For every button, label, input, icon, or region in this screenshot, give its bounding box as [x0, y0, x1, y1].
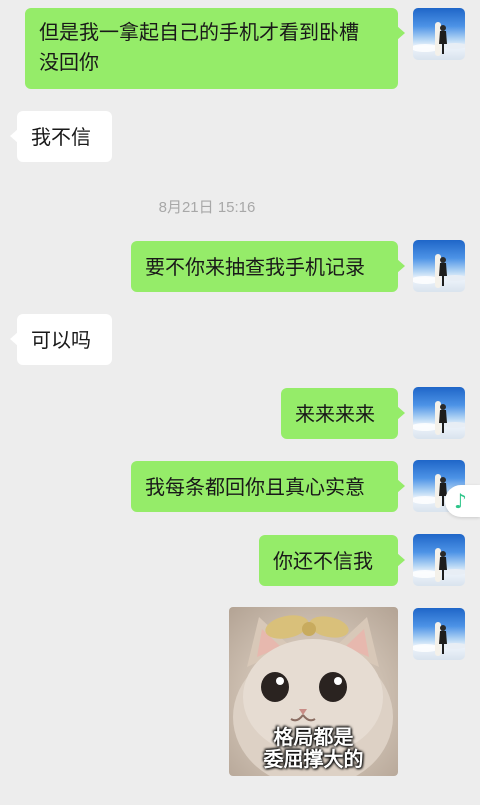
- sticker-image[interactable]: 格局都是 委屈撑大的: [229, 607, 398, 776]
- avatar[interactable]: [413, 608, 465, 660]
- music-note-icon: ♪: [454, 489, 467, 513]
- message-bubble-sent[interactable]: 要不你来抽查我手机记录: [131, 241, 405, 292]
- message-bubble-received[interactable]: 我不信: [10, 111, 112, 162]
- sticker-caption: 格局都是 委屈撑大的: [229, 726, 398, 770]
- chat-window: 但是我一拿起自己的手机才看到卧槽 没回你 我不信 8月21日 15:16 要不你…: [0, 0, 480, 805]
- message-bubble-sent[interactable]: 来来来来: [281, 388, 405, 439]
- message-bubble-sent[interactable]: 你还不信我: [259, 535, 405, 586]
- message-bubble-received[interactable]: 可以吗: [10, 314, 112, 365]
- message-bubble-sent[interactable]: 但是我一拿起自己的手机才看到卧槽 没回你: [25, 8, 405, 89]
- avatar[interactable]: [413, 240, 465, 292]
- message-text: 我不信: [31, 125, 91, 149]
- message-text: 没回你: [39, 50, 99, 74]
- message-bubble-sent[interactable]: 我每条都回你且真心实意: [131, 461, 405, 512]
- message-text: 要不你来抽查我手机记录: [145, 255, 365, 279]
- floating-music-button[interactable]: ♪: [445, 485, 480, 517]
- sticker-caption-line: 格局都是: [273, 725, 354, 749]
- timestamp: 8月21日 15:16: [158, 199, 256, 216]
- message-text: 可以吗: [31, 328, 91, 352]
- message-text: 我每条都回你且真心实意: [145, 475, 365, 499]
- avatar[interactable]: [413, 8, 465, 60]
- sticker-caption-line: 委屈撑大的: [263, 747, 364, 771]
- message-text: 来来来来: [295, 402, 375, 426]
- message-text: 你还不信我: [273, 549, 373, 573]
- avatar[interactable]: [413, 387, 465, 439]
- avatar[interactable]: [413, 534, 465, 586]
- message-text: 但是我一拿起自己的手机才看到卧槽: [39, 20, 359, 44]
